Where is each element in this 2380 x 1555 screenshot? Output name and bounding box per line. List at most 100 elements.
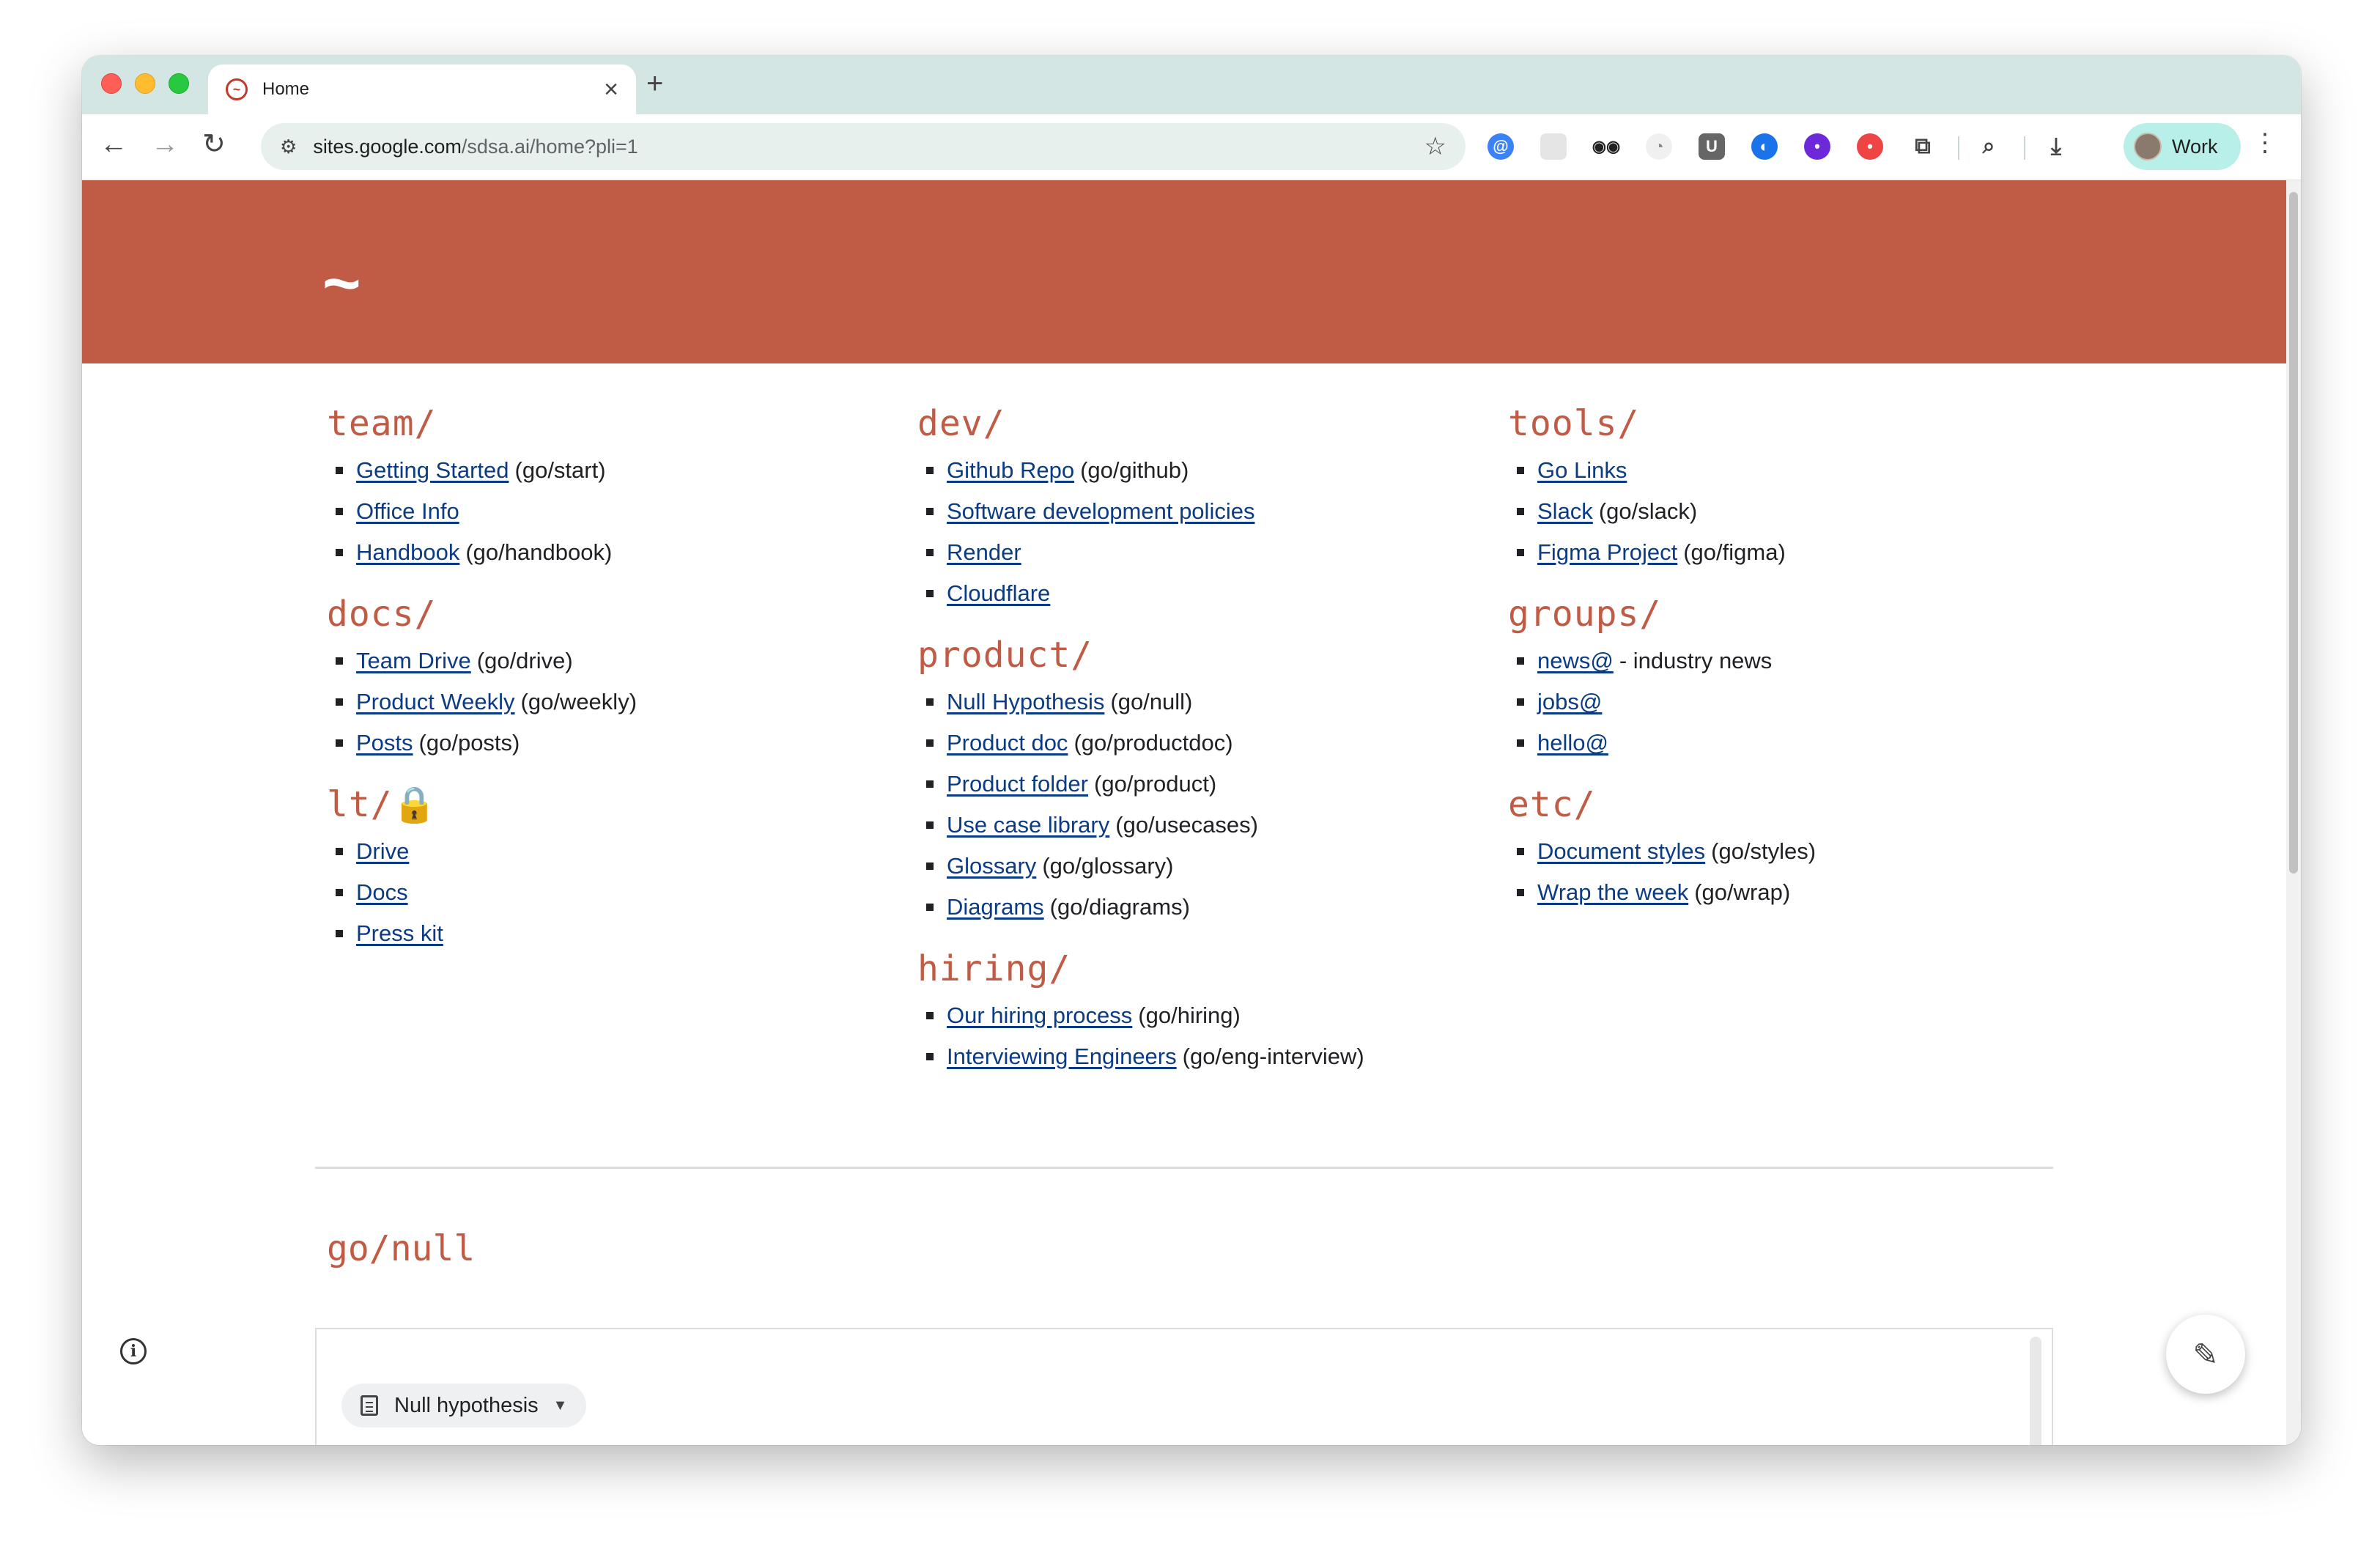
download-icon[interactable]: ⤓ (2043, 133, 2069, 160)
nav-link[interactable]: Press kit (356, 913, 443, 954)
nav-link[interactable]: Product doc (947, 723, 1068, 764)
section-title: docs/ (327, 594, 437, 635)
close-window-button[interactable] (101, 73, 122, 94)
profile-button[interactable]: Work (2124, 123, 2241, 170)
extension-u-icon[interactable]: U (1699, 133, 1725, 160)
address-bar[interactable]: ⚙ sites.google.com/sdsa.ai/home?pli=1 ☆ (261, 123, 1466, 170)
bullet-icon (926, 780, 934, 788)
nav-link[interactable]: Posts (356, 723, 413, 764)
go-link-note: (go/hiring) (1138, 1002, 1241, 1028)
link-section: dev/Github Repo (go/github) Software devel… (917, 400, 1460, 614)
document-icon (361, 1395, 378, 1416)
extension-ghost-icon[interactable]: • (1804, 133, 1830, 160)
edit-pencil-icon[interactable]: ✎ (2166, 1315, 2245, 1394)
extensions-puzzle-icon[interactable]: ⧉ (1910, 133, 1936, 160)
doc-selector-chip[interactable]: Null hypothesis ▼ (341, 1384, 587, 1427)
link-list: Getting Started (go/start) Office Info Hand… (327, 450, 869, 573)
url-text[interactable]: sites.google.com/sdsa.ai/home?pli=1 (313, 136, 638, 158)
bullet-icon (336, 549, 343, 556)
list-item: Use case library (go/usecases) (917, 805, 1460, 846)
nav-link[interactable]: Figma Project (1537, 532, 1677, 573)
toolbar-divider (1958, 136, 1959, 160)
go-link-note: (go/diagrams) (1049, 894, 1190, 920)
nav-link[interactable]: Slack (1537, 491, 1593, 532)
nav-link[interactable]: Cloudflare (947, 573, 1050, 614)
nav-link[interactable]: Use case library (947, 805, 1109, 846)
bullet-icon (336, 739, 343, 747)
minimize-window-button[interactable] (135, 73, 155, 94)
tab-title: Home (262, 79, 310, 99)
bullet-icon (1517, 848, 1524, 855)
extension-clock-icon[interactable]: ◔ (1646, 133, 1672, 160)
bullet-icon (336, 657, 343, 665)
nav-link[interactable]: Getting Started (356, 450, 509, 491)
go-link-note: (go/styles) (1711, 838, 1817, 864)
list-item: Docs (327, 872, 869, 913)
go-link-note: (go/handbook) (465, 539, 613, 565)
go-link-note: (go/usecases) (1115, 812, 1258, 838)
nav-link[interactable]: Docs (356, 872, 408, 913)
new-tab-button[interactable]: + (646, 69, 663, 98)
extension-glasses-icon[interactable]: ◉◉ (1592, 133, 1620, 160)
close-tab-icon[interactable]: × (604, 77, 618, 102)
nav-link[interactable]: jobs@ (1537, 682, 1602, 723)
nav-link[interactable]: Handbook (356, 532, 459, 573)
embedded-doc[interactable]: Null hypothesis ▼ (315, 1328, 2053, 1445)
bullet-icon (926, 590, 934, 597)
bullet-icon (1517, 657, 1524, 665)
bookmark-star-icon[interactable]: ☆ (1424, 132, 1446, 161)
nav-link[interactable]: hello@ (1537, 723, 1608, 764)
maximize-window-button[interactable] (169, 73, 189, 94)
nav-link[interactable]: Software development policies (947, 491, 1254, 532)
site-info-icon[interactable]: ⚙ (280, 136, 297, 158)
nav-link[interactable]: Wrap the week (1537, 872, 1688, 913)
nav-link[interactable]: Document styles (1537, 831, 1705, 872)
forward-icon[interactable]: → (151, 130, 179, 158)
list-item: Figma Project (go/figma) (1508, 532, 2050, 573)
bullet-icon (1517, 508, 1524, 515)
three-dots-menu-icon[interactable]: ⋮ (2252, 130, 2277, 155)
link-section: product/Null Hypothesis (go/null) Product … (917, 632, 1460, 928)
extension-password-icon[interactable]: ◐ (1751, 133, 1778, 160)
go-link-note: (go/product) (1094, 771, 1217, 797)
extension-grid-icon[interactable] (1540, 133, 1567, 160)
nav-link[interactable]: Glossary (947, 846, 1036, 887)
nav-link[interactable]: Null Hypothesis (947, 682, 1104, 723)
list-item: Wrap the week (go/wrap) (1508, 872, 2050, 913)
reload-icon[interactable]: ↻ (202, 130, 226, 158)
section-title: dev/ (917, 403, 1005, 444)
nav-link[interactable]: Product Weekly (356, 682, 515, 723)
nav-link[interactable]: Product folder (947, 764, 1088, 805)
nav-link[interactable]: Our hiring process (947, 995, 1132, 1036)
info-icon[interactable]: i (120, 1338, 147, 1364)
page-scrollbar-thumb[interactable] (2289, 192, 2298, 873)
nav-link[interactable]: Team Drive (356, 640, 471, 682)
link-list: Our hiring process (go/hiring) Interviewin… (917, 995, 1460, 1077)
extension-face-icon[interactable]: • (1857, 133, 1883, 160)
nav-link[interactable]: Github Repo (947, 450, 1074, 491)
nav-link[interactable]: Office Info (356, 491, 459, 532)
section-title: lt/🔒 (327, 784, 437, 825)
back-icon[interactable]: ← (100, 130, 128, 158)
bullet-icon (926, 549, 934, 556)
nav-link[interactable]: Render (947, 532, 1021, 573)
nav-link[interactable]: Drive (356, 831, 409, 872)
nav-link[interactable]: news@ (1537, 640, 1614, 682)
nav-link[interactable]: Interviewing Engineers (947, 1036, 1177, 1077)
list-item: jobs@ (1508, 682, 2050, 723)
nav-link[interactable]: Diagrams (947, 887, 1044, 928)
nav-link[interactable]: Go Links (1537, 450, 1627, 491)
browser-window: ~ Home × + ← → ↻ ⚙ sites.google.com/sdsa… (82, 56, 2301, 1445)
extension-compass-icon[interactable]: @ (1488, 133, 1514, 160)
bullet-icon (1517, 698, 1524, 706)
bullet-icon (926, 467, 934, 474)
link-list: Github Repo (go/github) Software developme… (917, 450, 1460, 614)
site-logo[interactable]: ~ (322, 251, 361, 317)
link-list: news@ - industry news jobs@ hello@ (1508, 640, 2050, 764)
bullet-icon (336, 848, 343, 855)
embed-scrollbar[interactable] (2030, 1337, 2041, 1445)
bullet-icon (336, 467, 343, 474)
go-null-heading: go/null (327, 1228, 476, 1269)
tab-search-icon[interactable]: ⌕ (1976, 133, 2002, 160)
tab-home[interactable]: ~ Home × (208, 64, 636, 114)
